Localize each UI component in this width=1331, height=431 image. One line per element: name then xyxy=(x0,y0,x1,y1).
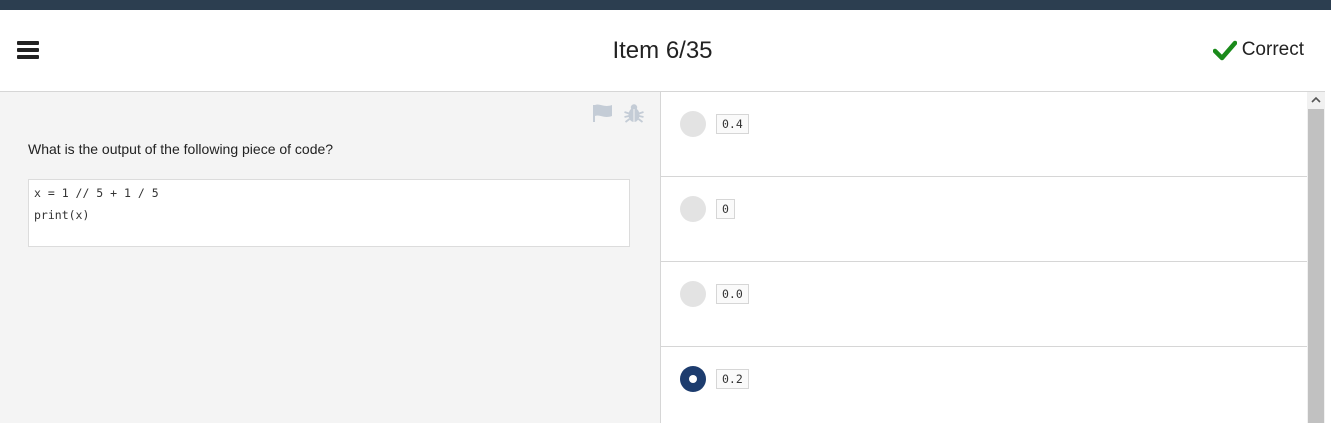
answer-text: 0 xyxy=(716,199,735,219)
answer-option[interactable]: 0 xyxy=(661,177,1307,262)
scrollbar[interactable] xyxy=(1307,92,1325,423)
answer-text: 0.4 xyxy=(716,114,749,134)
top-accent-bar xyxy=(0,0,1331,10)
bug-icon[interactable] xyxy=(623,103,645,123)
radio-button[interactable] xyxy=(680,196,706,222)
radio-button[interactable] xyxy=(680,281,706,307)
code-line: print(x) xyxy=(34,208,90,222)
status-label: Correct xyxy=(1241,39,1304,60)
answer-text: 0.0 xyxy=(716,284,749,304)
radio-button[interactable] xyxy=(680,111,706,137)
checkmark-icon xyxy=(1212,40,1237,61)
scrollbar-thumb[interactable] xyxy=(1308,109,1324,423)
window-edge xyxy=(1325,10,1331,423)
scroll-up-button[interactable] xyxy=(1307,92,1325,108)
answer-option[interactable]: 0.0 xyxy=(661,262,1307,347)
header: Item 6/35 Correct xyxy=(0,10,1325,92)
question-panel: What is the output of the following piec… xyxy=(0,92,661,423)
code-block: x = 1 // 5 + 1 / 5 print(x) xyxy=(28,179,630,247)
page-title: Item 6/35 xyxy=(612,37,713,64)
chevron-up-icon xyxy=(1311,96,1321,103)
answer-option[interactable]: 0.4 xyxy=(661,92,1307,177)
question-text: What is the output of the following piec… xyxy=(28,141,334,157)
radio-button-selected[interactable] xyxy=(680,366,706,392)
answer-option[interactable]: 0.2 xyxy=(661,347,1307,431)
answers-panel: 0.4 0 0.0 0.2 xyxy=(661,92,1307,423)
status-badge: Correct xyxy=(1212,39,1304,61)
flag-icon[interactable] xyxy=(592,103,614,123)
code-line: x = 1 // 5 + 1 / 5 xyxy=(34,186,159,200)
answer-text: 0.2 xyxy=(716,369,749,389)
